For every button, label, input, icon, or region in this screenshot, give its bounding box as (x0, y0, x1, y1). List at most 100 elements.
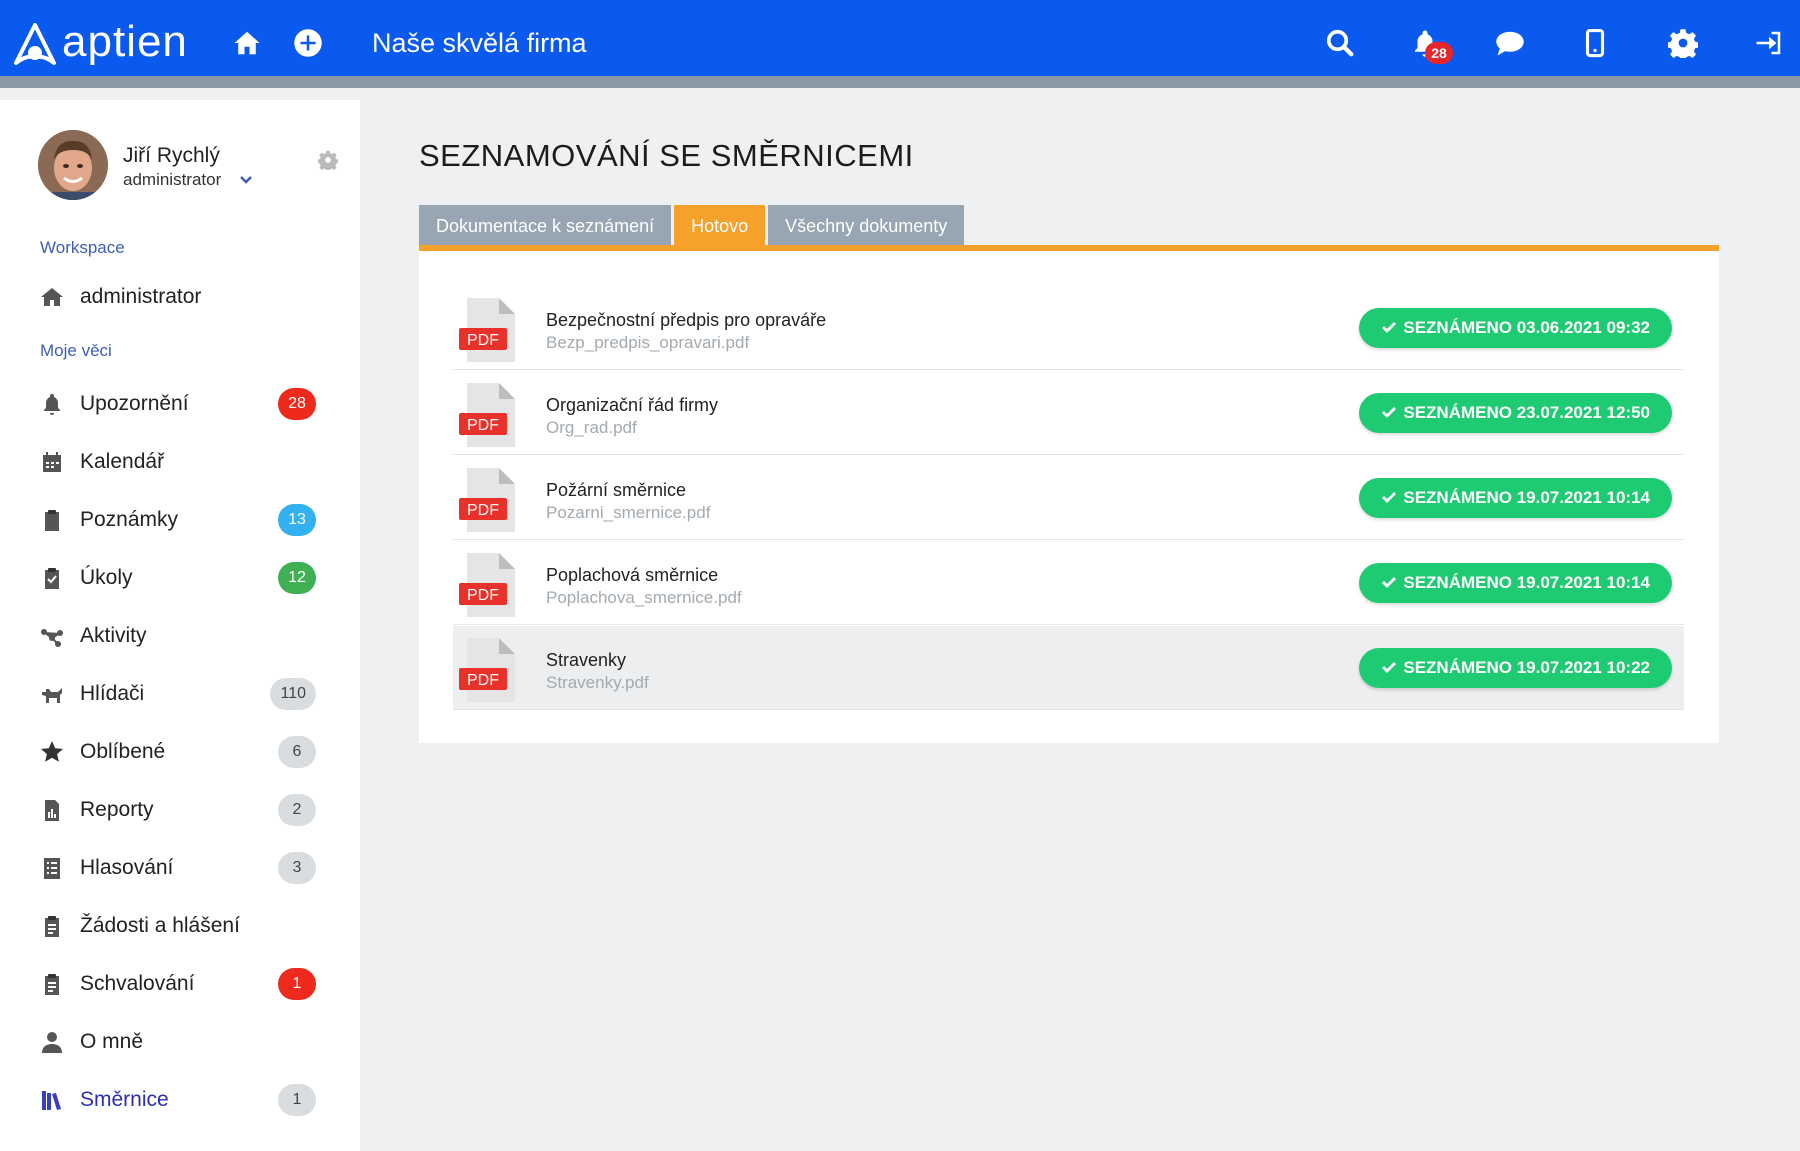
document-row[interactable]: PDF Požární směrnice Pozarni_smernice.pd… (453, 456, 1684, 540)
check-icon (1382, 662, 1397, 673)
document-row[interactable]: PDF Bezpečnostní předpis pro opraváře Be… (453, 286, 1684, 370)
sidebar-item-label: Upozornění (80, 392, 189, 415)
sidebar-item-label: Žádosti a hlášení (80, 914, 240, 937)
sidebar-item-label: Hlídači (80, 682, 145, 705)
document-title: Bezpečnostní předpis pro opraváře (546, 310, 827, 330)
sidebar-item-label: Kalendář (80, 450, 165, 473)
sidebar-item-oblibene[interactable]: Oblíbené 6 (38, 730, 328, 774)
status-badge: SEZNÁMENO 19.07.2021 10:14 (1359, 563, 1672, 603)
sidebar: Jiří Rychlý administrator Workspace admi… (0, 100, 360, 1151)
count-badge: 13 (278, 504, 316, 536)
poll-icon (38, 854, 66, 882)
document-filename: Bezp_predpis_opravari.pdf (546, 333, 750, 352)
sidebar-item-poznamky[interactable]: Poznámky 13 (38, 498, 328, 542)
document-row[interactable]: PDF Organizační řád firmy Org_rad.pdf SE… (453, 371, 1684, 455)
user-name: Jiří Rychlý (123, 144, 220, 167)
document-filename: Stravenky.pdf (546, 673, 649, 692)
company-name[interactable]: Naše skvělá firma (372, 28, 587, 59)
pdf-label: PDF (467, 417, 499, 434)
pdf-label: PDF (467, 502, 499, 519)
sidebar-item-o-mne[interactable]: O mně (38, 1020, 328, 1064)
tab-hotovo[interactable]: Hotovo (674, 205, 766, 247)
pdf-file-icon: PDF (459, 553, 515, 617)
bell-icon[interactable]: 28 (1408, 26, 1453, 64)
my-things-label: Moje věci (40, 341, 112, 360)
pdf-file-icon: PDF (459, 298, 515, 362)
user-card: Jiří Rychlý administrator (38, 130, 338, 204)
count-badge: 3 (278, 852, 316, 884)
document-title: Organizační řád firmy (546, 395, 719, 415)
sidebar-item-schvalovani[interactable]: Schvalování 1 (38, 962, 328, 1006)
plus-circle-icon[interactable] (291, 26, 325, 60)
watchdog-icon (38, 680, 66, 708)
document-filename: Poplachova_smernice.pdf (546, 588, 742, 607)
sidebar-item-hlasovani[interactable]: Hlasování 3 (38, 846, 328, 890)
clipboard-check-icon (38, 564, 66, 592)
count-badge: 6 (278, 736, 316, 768)
document-row[interactable]: PDF Stravenky Stravenky.pdf SEZNÁMENO 19… (453, 626, 1684, 710)
sidebar-item-zadosti[interactable]: Žádosti a hlášení (38, 904, 328, 948)
status-badge: SEZNÁMENO 03.06.2021 09:32 (1359, 308, 1672, 348)
star-icon (38, 738, 66, 766)
status-text: SEZNÁMENO 23.07.2021 12:50 (1403, 403, 1650, 422)
pdf-label: PDF (467, 332, 499, 349)
chevron-down-icon[interactable] (238, 172, 254, 188)
gear-icon[interactable] (1666, 26, 1700, 60)
user-settings-gear-icon[interactable] (318, 150, 338, 170)
request-icon (38, 912, 66, 940)
avatar[interactable] (38, 130, 108, 200)
sidebar-item-reporty[interactable]: Reporty 2 (38, 788, 328, 832)
document-title: Stravenky (546, 650, 627, 670)
sidebar-item-smernice[interactable]: Směrnice 1 (38, 1078, 328, 1122)
sidebar-item-upozorneni[interactable]: Upozornění 28 (38, 382, 328, 426)
status-text: SEZNÁMENO 19.07.2021 10:22 (1403, 658, 1650, 677)
tab-vsechny-dokumenty[interactable]: Všechny dokumenty (768, 205, 965, 247)
document-row[interactable]: PDF Poplachová směrnice Poplachova_smern… (453, 541, 1684, 625)
sidebar-item-hlidaci[interactable]: Hlídači 110 (38, 672, 328, 716)
sidebar-item-kalendar[interactable]: Kalendář (38, 440, 328, 484)
report-icon (38, 796, 66, 824)
sidebar-item-label: O mně (80, 1030, 144, 1053)
status-badge: SEZNÁMENO 23.07.2021 12:50 (1359, 393, 1672, 433)
sidebar-item-label: Reporty (80, 798, 154, 821)
aptien-logo-mark-icon (14, 23, 56, 65)
pdf-file-icon: PDF (459, 638, 515, 702)
chat-icon[interactable] (1493, 26, 1527, 60)
approval-icon (38, 970, 66, 998)
check-icon (1382, 577, 1397, 588)
sidebar-item-label: Hlasování (80, 856, 174, 879)
clipboard-icon (38, 506, 66, 534)
count-badge: 2 (278, 794, 316, 826)
count-badge: 110 (270, 678, 316, 710)
aptien-logo[interactable]: aptien (14, 17, 188, 70)
sidebar-item-ukoly[interactable]: Úkoly 12 (38, 556, 328, 600)
bell-icon (38, 390, 66, 418)
sidebar-item-label: Úkoly (80, 566, 133, 589)
pdf-label: PDF (467, 587, 499, 604)
sidebar-item-aktivity[interactable]: Aktivity (38, 614, 328, 658)
pdf-file-icon: PDF (459, 468, 515, 532)
home-icon[interactable] (230, 26, 264, 60)
tab-dokumentace-k-seznameni[interactable]: Dokumentace k seznámení (419, 205, 672, 247)
count-badge: 1 (278, 1084, 316, 1116)
count-badge: 28 (278, 388, 316, 420)
search-icon[interactable] (1323, 26, 1357, 60)
mobile-icon[interactable] (1578, 26, 1612, 60)
status-text: SEZNÁMENO 19.07.2021 10:14 (1403, 573, 1650, 592)
sign-out-icon[interactable] (1752, 26, 1786, 60)
home-icon (38, 283, 66, 311)
notification-badge: 28 (1425, 42, 1453, 64)
sidebar-item-label: Schvalování (80, 972, 195, 995)
document-filename: Org_rad.pdf (546, 418, 637, 437)
status-badge: SEZNÁMENO 19.07.2021 10:22 (1359, 648, 1672, 688)
calendar-icon (38, 448, 66, 476)
status-badge: SEZNÁMENO 19.07.2021 10:14 (1359, 478, 1672, 518)
sidebar-item-label: Poznámky (80, 508, 179, 531)
user-role[interactable]: administrator (123, 170, 221, 190)
tab-bar: Dokumentace k seznámení Hotovo Všechny d… (419, 205, 967, 247)
status-text: SEZNÁMENO 19.07.2021 10:14 (1403, 488, 1650, 507)
sidebar-item-label: administrator (80, 285, 202, 308)
sidebar-item-workspace[interactable]: administrator (38, 275, 328, 319)
workspace-label: Workspace (40, 238, 125, 257)
status-text: SEZNÁMENO 03.06.2021 09:32 (1403, 318, 1650, 337)
